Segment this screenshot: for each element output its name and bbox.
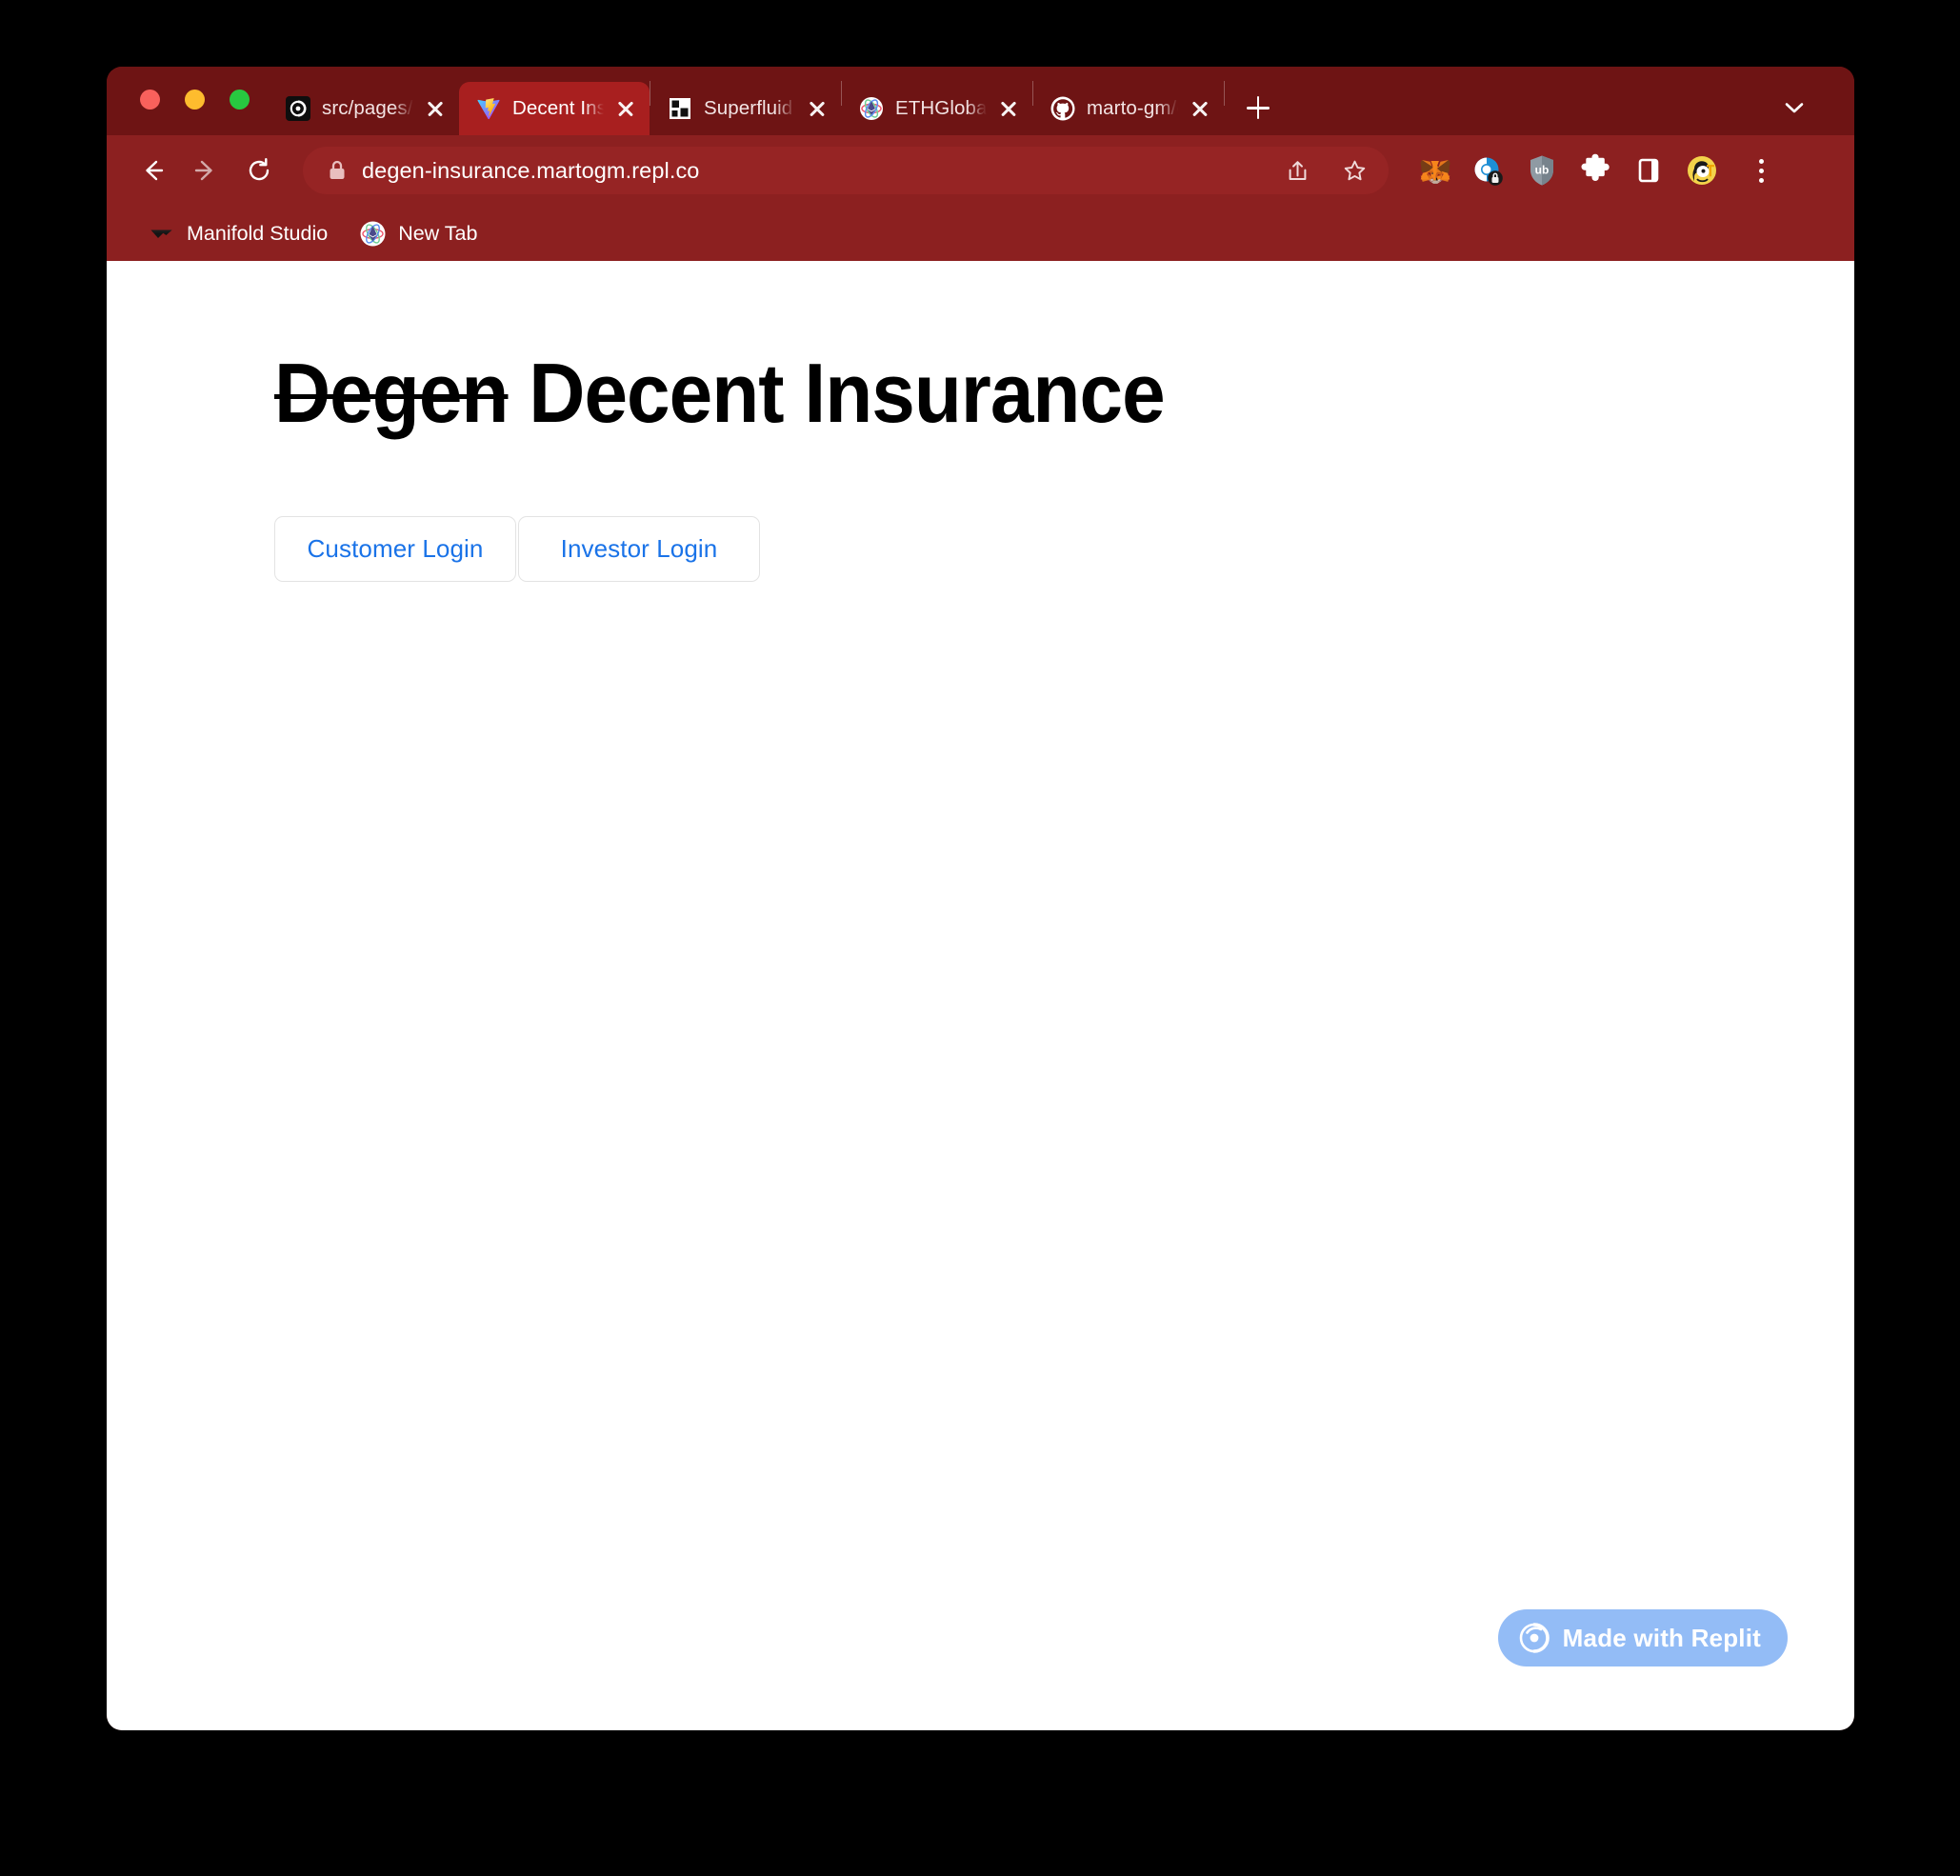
customer-login-button[interactable]: Customer Login	[274, 516, 516, 582]
replit-icon	[286, 96, 310, 121]
privacy-badger-icon[interactable]	[1470, 152, 1507, 189]
browser-toolbar: degen-insurance.martogm.repl.co ub	[107, 135, 1854, 206]
lock-icon	[328, 159, 347, 182]
traffic-lights	[140, 90, 250, 110]
reload-button[interactable]	[234, 146, 284, 195]
tab-title: ETHGlobal | E	[895, 97, 987, 119]
page-title-strikethrough: Degen	[274, 346, 509, 440]
vite-icon	[476, 96, 501, 121]
tab-ethglobal[interactable]: ETHGlobal | E	[842, 82, 1032, 135]
tab-strip: src/pages/Inv	[107, 67, 1854, 135]
minimize-window-button[interactable]	[185, 90, 205, 110]
login-button-row: Customer Login Investor Login	[274, 516, 760, 582]
ublock-origin-icon[interactable]: ub	[1524, 152, 1560, 189]
side-panel-icon[interactable]	[1630, 152, 1667, 189]
tab-github-marto-gm[interactable]: marto-gm/de	[1033, 82, 1224, 135]
new-tab-button[interactable]	[1238, 88, 1278, 128]
bookmark-label: Manifold Studio	[187, 221, 329, 245]
metamask-icon[interactable]	[1417, 152, 1453, 189]
investor-login-button[interactable]: Investor Login	[518, 516, 760, 582]
browser-window: src/pages/Inv	[107, 67, 1854, 1730]
ethglobal-icon	[360, 221, 386, 247]
page-title-rest: Decent Insurance	[529, 346, 1165, 440]
tab-src-pages-inv[interactable]: src/pages/Inv	[269, 82, 459, 135]
bookmarks-bar: Manifold Studio New Tab	[107, 206, 1854, 261]
tab-title: marto-gm/de	[1087, 97, 1178, 119]
close-window-button[interactable]	[140, 90, 160, 110]
tab-separator	[1224, 81, 1225, 106]
replit-icon	[1519, 1623, 1550, 1653]
bookmark-new-tab[interactable]: New Tab	[350, 215, 487, 252]
github-icon	[1050, 96, 1075, 121]
made-with-replit-badge[interactable]: Made with Replit	[1497, 1609, 1788, 1666]
close-tab-icon[interactable]	[425, 98, 446, 119]
extensions-puzzle-icon[interactable]	[1577, 152, 1613, 189]
share-icon[interactable]	[1276, 150, 1318, 191]
tab-list: src/pages/Inv	[269, 67, 1278, 135]
tab-title: Superfluid Co	[704, 97, 795, 119]
close-tab-icon[interactable]	[1190, 98, 1210, 119]
bookmark-manifold-studio[interactable]: Manifold Studio	[139, 215, 337, 252]
tab-title: src/pages/Inv	[322, 97, 413, 119]
tab-superfluid[interactable]: Superfluid Co	[650, 82, 841, 135]
superfluid-icon	[668, 96, 692, 121]
tab-search-chevron-down-icon[interactable]	[1780, 93, 1809, 122]
svg-text:ub: ub	[1535, 164, 1550, 177]
forward-button[interactable]	[181, 146, 230, 195]
tab-decent-insurance[interactable]: Decent Insura	[459, 82, 650, 135]
avatar[interactable]	[1684, 152, 1720, 189]
back-button[interactable]	[128, 146, 177, 195]
tab-title: Decent Insura	[512, 97, 604, 119]
bookmark-label: New Tab	[398, 221, 478, 245]
bookmark-star-icon[interactable]	[1333, 150, 1375, 191]
close-tab-icon[interactable]	[998, 98, 1019, 119]
page-title: Degen Decent Insurance	[274, 345, 1166, 442]
extensions-row: ub	[1417, 152, 1779, 189]
badge-label: Made with Replit	[1562, 1623, 1761, 1652]
close-tab-icon[interactable]	[615, 98, 636, 119]
address-bar[interactable]: degen-insurance.martogm.repl.co	[303, 147, 1389, 194]
zoom-window-button[interactable]	[230, 90, 250, 110]
manifold-icon	[149, 221, 174, 247]
chrome-menu-button[interactable]	[1743, 152, 1779, 189]
close-tab-icon[interactable]	[807, 98, 828, 119]
url-text[interactable]: degen-insurance.martogm.repl.co	[362, 158, 1261, 184]
ethglobal-icon	[859, 96, 884, 121]
page-viewport: Degen Decent Insurance Customer Login In…	[107, 261, 1854, 1730]
